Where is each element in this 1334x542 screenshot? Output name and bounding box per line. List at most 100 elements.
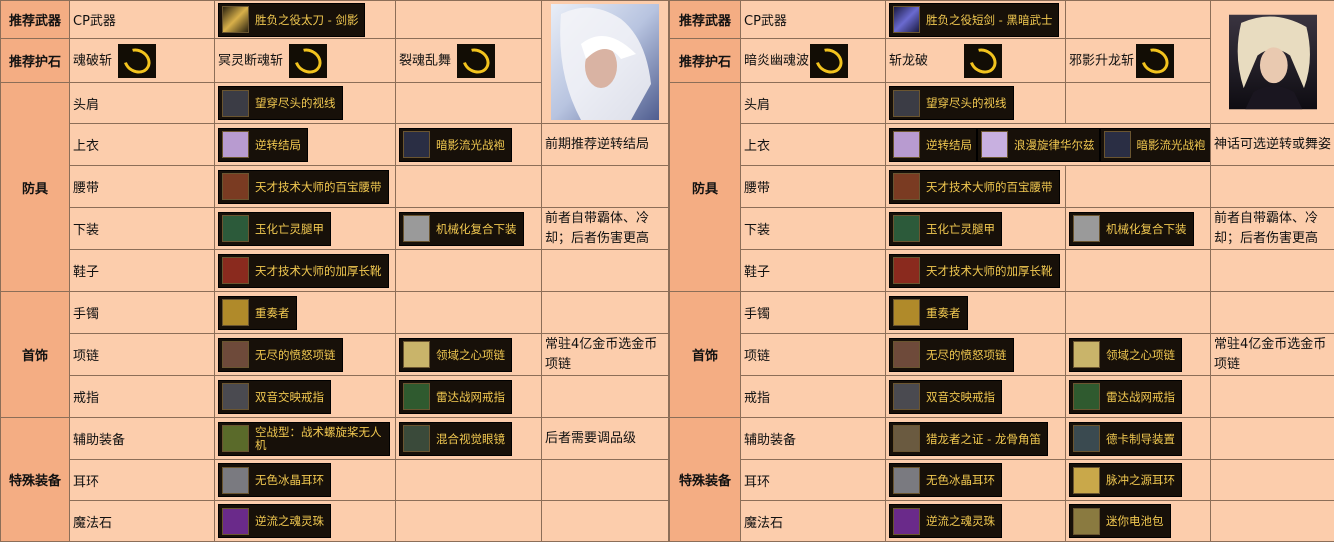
slot-support: 辅助装备: [741, 418, 886, 460]
rec-stone-label: 推荐护石: [1, 39, 70, 83]
necklace-icon: [222, 341, 249, 368]
goggles-icon: [403, 425, 430, 452]
note-top: 神话可选逆转或舞姿: [1211, 124, 1334, 166]
battery-icon: [1073, 508, 1100, 535]
item-bottom[interactable]: 玉化亡灵腿甲: [218, 212, 331, 246]
radar-ring-icon: [403, 383, 430, 410]
slot-shoes: 鞋子: [741, 250, 886, 292]
item-support-alt[interactable]: 混合视觉眼镜: [399, 422, 512, 456]
slot-belt: 腰带: [70, 166, 215, 208]
item-support[interactable]: 空战型：战术螺旋桨无人机: [218, 422, 390, 456]
pendant-icon: [403, 341, 430, 368]
skill-icon[interactable]: [1136, 44, 1174, 78]
pendant-icon: [1073, 341, 1100, 368]
item-bracelet[interactable]: 重奏者: [889, 296, 968, 330]
item-bracelet[interactable]: 重奏者: [218, 296, 297, 330]
item-bottom-alt[interactable]: 机械化复合下装: [399, 212, 524, 246]
left-build-table: 推荐武器 CP武器 胜负之役太刀 - 剑影 推荐护石 魂破斩 冥灵断魂斩 裂魂乱…: [0, 0, 669, 542]
stone-1: 魂破斩: [70, 39, 215, 83]
skill-icon[interactable]: [810, 44, 848, 78]
stone-2: 冥灵断魂斩: [215, 39, 396, 83]
orb-icon: [222, 508, 249, 535]
slot-magicstone: 魔法石: [741, 501, 886, 542]
weapon-cell: 胜负之役太刀 - 剑影: [215, 1, 396, 39]
item-bottom[interactable]: 玉化亡灵腿甲: [889, 212, 1002, 246]
rec-weapon-label: 推荐武器: [670, 1, 741, 39]
item-shoulder[interactable]: 望穿尽头的视线: [218, 86, 343, 120]
item-belt[interactable]: 天才技术大师的百宝腰带: [889, 170, 1060, 204]
item-magicstone-alt[interactable]: 迷你电池包: [1069, 504, 1171, 538]
belt-icon: [222, 173, 249, 200]
item-necklace[interactable]: 无尽的愤怒项链: [218, 338, 343, 372]
accessory-category: 首饰: [1, 292, 70, 418]
item-ring[interactable]: 双音交映戒指: [889, 380, 1002, 414]
mech-pants-icon: [1073, 215, 1100, 242]
weapon-item[interactable]: 胜负之役太刀 - 剑影: [218, 3, 365, 37]
character-portrait-right: [1229, 4, 1317, 120]
pants-icon: [893, 215, 920, 242]
item-ring[interactable]: 双音交映戒指: [218, 380, 331, 414]
item-earring-alt[interactable]: 脉冲之源耳环: [1069, 463, 1182, 497]
armor-category: 防具: [1, 83, 70, 292]
item-magicstone[interactable]: 逆流之魂灵珠: [889, 504, 1002, 538]
skill-icon[interactable]: [118, 44, 156, 78]
dagger-icon: [893, 6, 920, 33]
rec-weapon-label: 推荐武器: [1, 1, 70, 39]
item-shoes[interactable]: 天才技术大师的加厚长靴: [218, 254, 389, 288]
slot-ring: 戒指: [70, 376, 215, 418]
item-support[interactable]: 猎龙者之证 - 龙骨角笛: [889, 422, 1048, 456]
item-earring[interactable]: 无色冰晶耳环: [218, 463, 331, 497]
item-necklace[interactable]: 无尽的愤怒项链: [889, 338, 1014, 372]
weapon-item[interactable]: 胜负之役短剑 - 黑暗武士: [889, 3, 1059, 37]
slot-earring: 耳环: [70, 460, 215, 501]
slot-necklace: 项链: [70, 334, 215, 376]
item-top-alt[interactable]: 暗影流光战袍: [399, 128, 512, 162]
pulse-earring-icon: [1073, 467, 1100, 494]
skill-icon[interactable]: [457, 44, 495, 78]
item-top-mid[interactable]: 浪漫旋律华尔兹: [977, 128, 1100, 162]
item-magicstone[interactable]: 逆流之魂灵珠: [218, 504, 331, 538]
slot-top: 上衣: [741, 124, 886, 166]
helmet-icon: [222, 90, 249, 117]
item-shoes[interactable]: 天才技术大师的加厚长靴: [889, 254, 1060, 288]
armor-icon: [222, 131, 249, 158]
slot-bottom: 下装: [741, 208, 886, 250]
item-ring-alt[interactable]: 雷达战网戒指: [399, 380, 512, 414]
bracelet-icon: [893, 299, 920, 326]
slot-belt: 腰带: [741, 166, 886, 208]
stone-3: 裂魂乱舞: [396, 39, 542, 83]
skill-icon[interactable]: [289, 44, 327, 78]
item-belt[interactable]: 天才技术大师的百宝腰带: [218, 170, 389, 204]
slot-support: 辅助装备: [70, 418, 215, 460]
slot-bracelet: 手镯: [741, 292, 886, 334]
item-necklace-alt[interactable]: 领域之心项链: [399, 338, 512, 372]
portrait-cell: [542, 1, 669, 124]
special-category: 特殊装备: [670, 418, 741, 542]
slot-shoulder: 头肩: [741, 83, 886, 124]
item-support-alt[interactable]: 德卡制导装置: [1069, 422, 1182, 456]
accessory-category: 首饰: [670, 292, 741, 418]
weapon-text: CP武器: [741, 1, 886, 39]
necklace-icon: [893, 341, 920, 368]
slot-shoes: 鞋子: [70, 250, 215, 292]
belt-icon: [893, 173, 920, 200]
drone-icon: [222, 425, 249, 452]
item-top[interactable]: 逆转结局: [889, 128, 977, 162]
dress-icon: [981, 131, 1008, 158]
item-shoulder[interactable]: 望穿尽头的视线: [889, 86, 1014, 120]
skill-icon[interactable]: [964, 44, 1002, 78]
boots-icon: [222, 257, 249, 284]
earring-icon: [222, 467, 249, 494]
item-necklace-alt[interactable]: 领域之心项链: [1069, 338, 1182, 372]
weapon-text: CP武器: [70, 1, 215, 39]
item-bottom-alt[interactable]: 机械化复合下装: [1069, 212, 1194, 246]
item-top[interactable]: 逆转结局: [218, 128, 308, 162]
item-earring[interactable]: 无色冰晶耳环: [889, 463, 1002, 497]
pants-icon: [222, 215, 249, 242]
slot-top: 上衣: [70, 124, 215, 166]
item-top-alt[interactable]: 暗影流光战袍: [1100, 128, 1211, 162]
mech-pants-icon: [403, 215, 430, 242]
sword-icon: [222, 6, 249, 33]
note-necklace: 常驻4亿金币选金币项链: [542, 334, 669, 376]
item-ring-alt[interactable]: 雷达战网戒指: [1069, 380, 1182, 414]
